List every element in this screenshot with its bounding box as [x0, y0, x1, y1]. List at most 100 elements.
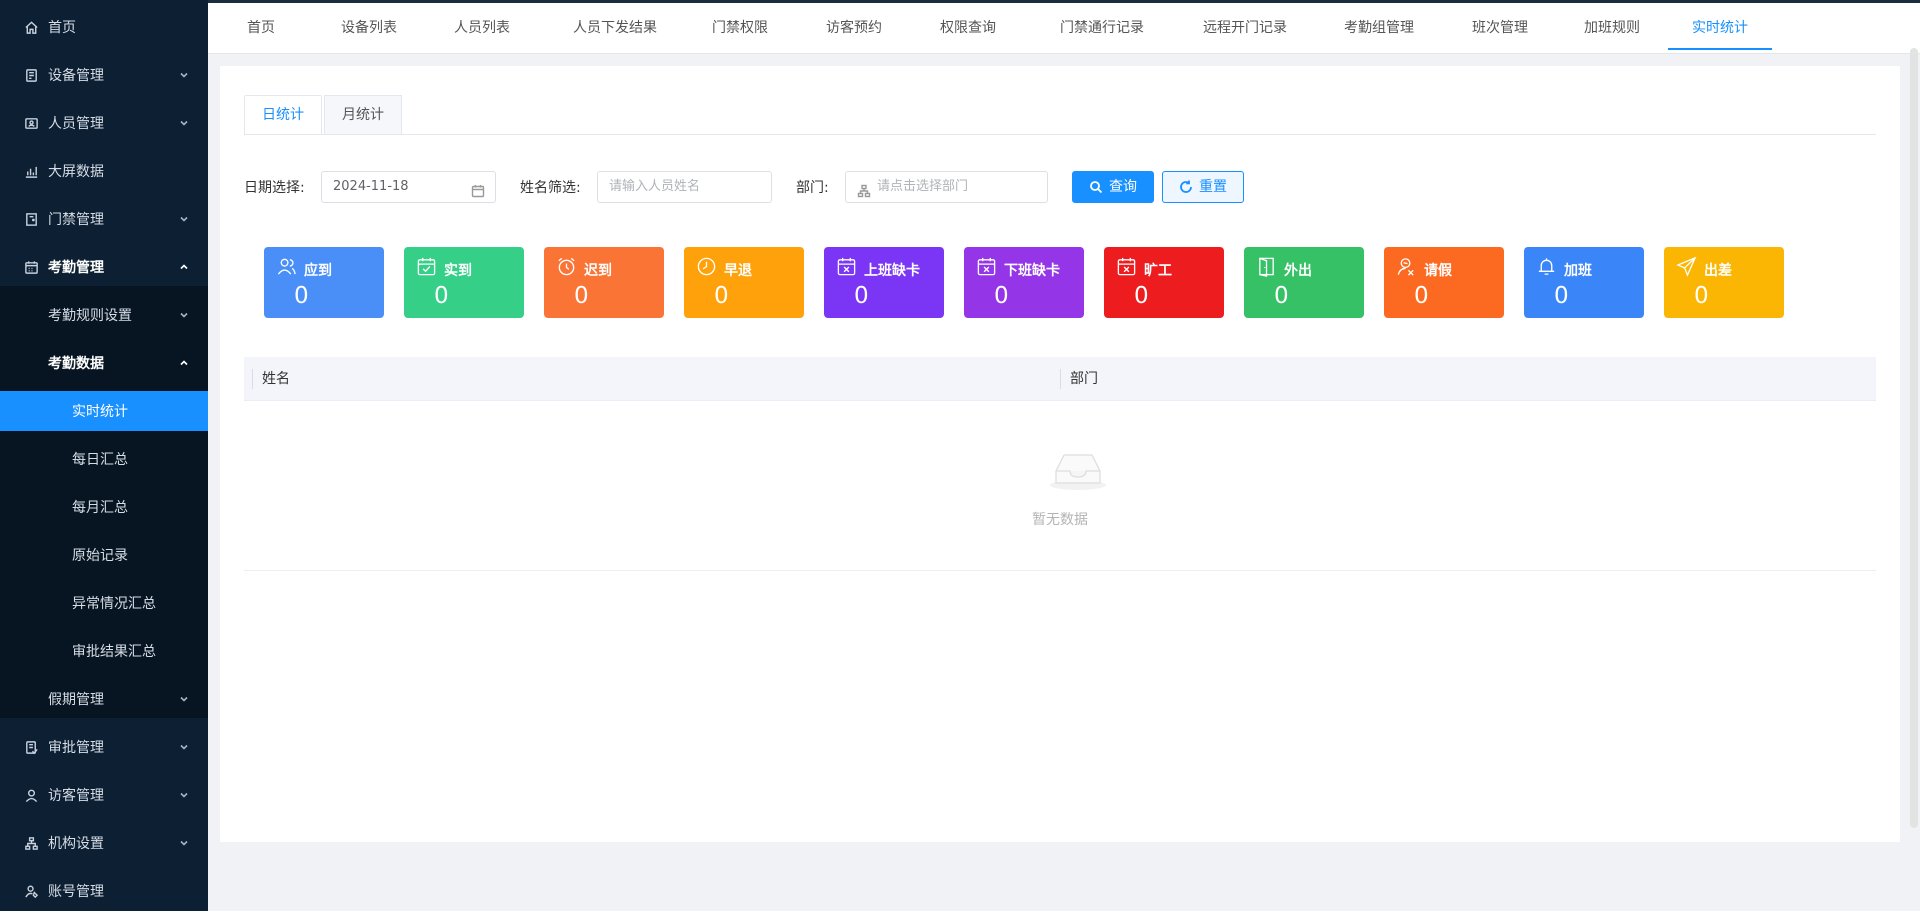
sidebar-item-label: 门禁管理	[48, 212, 104, 228]
stat-value: 0	[294, 283, 309, 309]
column-header-name[interactable]: 姓名	[252, 357, 290, 401]
top-tab-remote-open-records[interactable]: 远程开门记录	[1185, 6, 1305, 50]
sidebar-item-big-screen-data[interactable]: 大屏数据	[0, 151, 208, 191]
stat-value: 0	[854, 283, 869, 309]
reset-button[interactable]: 重置	[1162, 171, 1244, 203]
top-tab-attendance-groups[interactable]: 考勤组管理	[1329, 6, 1429, 50]
stat-card-business-trip: 出差 0	[1664, 247, 1784, 318]
chevron-up-icon	[178, 357, 190, 369]
top-tab-shift-management[interactable]: 班次管理	[1460, 6, 1540, 50]
top-tabs-bar: 首页 设备列表 人员列表 人员下发结果 门禁权限 访客预约 权限查询 门禁通行记…	[208, 0, 1920, 54]
stat-value: 0	[1554, 283, 1569, 309]
sidebar-item-access-control[interactable]: 门禁管理	[0, 199, 208, 239]
top-tab-device-list[interactable]: 设备列表	[329, 6, 409, 50]
date-label: 日期选择:	[244, 180, 305, 196]
stat-label: 下班缺卡	[1004, 263, 1060, 279]
sidebar-item-holiday-management[interactable]: 假期管理	[0, 679, 208, 719]
sidebar-item-daily-summary[interactable]: 每日汇总	[0, 439, 208, 479]
chevron-up-icon	[178, 261, 190, 273]
name-filter-input[interactable]: 请输入人员姓名	[597, 171, 772, 203]
top-tab-access-permission[interactable]: 门禁权限	[700, 6, 780, 50]
sidebar-item-label: 考勤规则设置	[48, 308, 132, 324]
visitor-icon	[23, 787, 39, 803]
calendar-icon	[471, 180, 485, 198]
date-value: 2024-11-18	[333, 179, 409, 194]
stat-label: 早退	[724, 263, 752, 279]
sidebar-item-monthly-summary[interactable]: 每月汇总	[0, 487, 208, 527]
table-header: 姓名 部门	[244, 357, 1876, 401]
top-tab-access-records[interactable]: 门禁通行记录	[1042, 6, 1162, 50]
sidebar-item-account-management[interactable]: 账号管理	[0, 871, 208, 911]
page-scrollbar[interactable]	[1910, 48, 1918, 828]
search-button[interactable]: 查询	[1072, 171, 1154, 203]
top-tab-home[interactable]: 首页	[235, 6, 287, 50]
sidebar-item-attendance-management[interactable]: 考勤管理	[0, 247, 208, 287]
sidebar-item-approval-management[interactable]: 审批管理	[0, 727, 208, 767]
stat-label: 外出	[1284, 263, 1312, 279]
bell-icon	[1536, 256, 1557, 277]
sidebar-item-label: 审批管理	[48, 740, 104, 756]
reset-button-label: 重置	[1199, 179, 1227, 195]
search-icon	[1090, 181, 1103, 194]
stat-value: 0	[714, 283, 729, 309]
tabs-divider	[244, 134, 1876, 135]
sidebar-item-label: 访客管理	[48, 788, 104, 804]
attendance-icon	[23, 259, 39, 275]
sidebar-item-label: 机构设置	[48, 836, 104, 852]
person-leave-icon	[1396, 256, 1417, 277]
top-tab-personnel-list[interactable]: 人员列表	[442, 6, 522, 50]
chevron-down-icon	[178, 309, 190, 321]
sidebar: 首页 设备管理 人员管理 大屏数据 门禁管理 考勤管理 考勤规则设置 考勤数据 …	[0, 0, 208, 911]
chevron-down-icon	[178, 693, 190, 705]
device-icon	[23, 67, 39, 83]
chevron-down-icon	[178, 117, 190, 129]
date-picker[interactable]: 2024-11-18	[321, 171, 496, 203]
name-filter-placeholder: 请输入人员姓名	[609, 179, 701, 194]
sidebar-item-approval-result-summary[interactable]: 审批结果汇总	[0, 631, 208, 671]
sidebar-item-personnel-management[interactable]: 人员管理	[0, 103, 208, 143]
sidebar-item-label: 审批结果汇总	[72, 644, 156, 660]
sidebar-item-attendance-data[interactable]: 考勤数据	[0, 343, 208, 383]
sidebar-item-attendance-rules[interactable]: 考勤规则设置	[0, 295, 208, 335]
department-select[interactable]: 请点击选择部门	[845, 171, 1048, 203]
door-out-icon	[1256, 256, 1277, 277]
sidebar-item-label: 账号管理	[48, 884, 104, 900]
clock-icon	[696, 256, 717, 277]
department-label: 部门:	[796, 180, 829, 196]
stat-label: 应到	[304, 263, 332, 279]
top-tab-personnel-issue-result[interactable]: 人员下发结果	[555, 6, 675, 50]
chevron-down-icon	[178, 213, 190, 225]
sidebar-item-realtime-stats[interactable]: 实时统计	[0, 391, 208, 431]
sidebar-item-raw-records[interactable]: 原始记录	[0, 535, 208, 575]
stat-value: 0	[574, 283, 589, 309]
calendar-x-icon	[976, 256, 997, 277]
people-icon	[276, 256, 297, 277]
chevron-down-icon	[178, 837, 190, 849]
top-tab-overtime-rules[interactable]: 加班规则	[1572, 6, 1652, 50]
sidebar-item-visitor-management[interactable]: 访客管理	[0, 775, 208, 815]
sidebar-item-home[interactable]: 首页	[0, 7, 208, 47]
sidebar-item-label: 实时统计	[72, 404, 128, 420]
stat-value: 0	[434, 283, 449, 309]
sidebar-item-exception-summary[interactable]: 异常情况汇总	[0, 583, 208, 623]
sidebar-item-organization-settings[interactable]: 机构设置	[0, 823, 208, 863]
stat-label: 旷工	[1144, 263, 1172, 279]
tab-daily-stats[interactable]: 日统计	[244, 95, 322, 135]
sidebar-item-label: 大屏数据	[48, 164, 104, 180]
stat-value: 0	[1694, 283, 1709, 309]
refresh-icon	[1180, 180, 1192, 193]
column-header-department[interactable]: 部门	[1060, 357, 1098, 401]
department-placeholder: 请点击选择部门	[877, 179, 969, 194]
org-tree-icon	[857, 180, 871, 198]
stat-card-out: 外出 0	[1244, 247, 1364, 318]
top-tab-realtime-stats[interactable]: 实时统计	[1668, 6, 1772, 50]
top-tab-permission-query[interactable]: 权限查询	[928, 6, 1008, 50]
tab-monthly-stats[interactable]: 月统计	[324, 95, 402, 135]
stat-card-leave: 请假 0	[1384, 247, 1504, 318]
top-tab-visitor-reservation[interactable]: 访客预约	[814, 6, 894, 50]
sidebar-item-device-management[interactable]: 设备管理	[0, 55, 208, 95]
table-body: 暂无数据	[244, 401, 1876, 571]
stat-card-missing-clock-out: 下班缺卡 0	[964, 247, 1084, 318]
stat-card-late: 迟到 0	[544, 247, 664, 318]
sidebar-item-label: 异常情况汇总	[72, 596, 156, 612]
